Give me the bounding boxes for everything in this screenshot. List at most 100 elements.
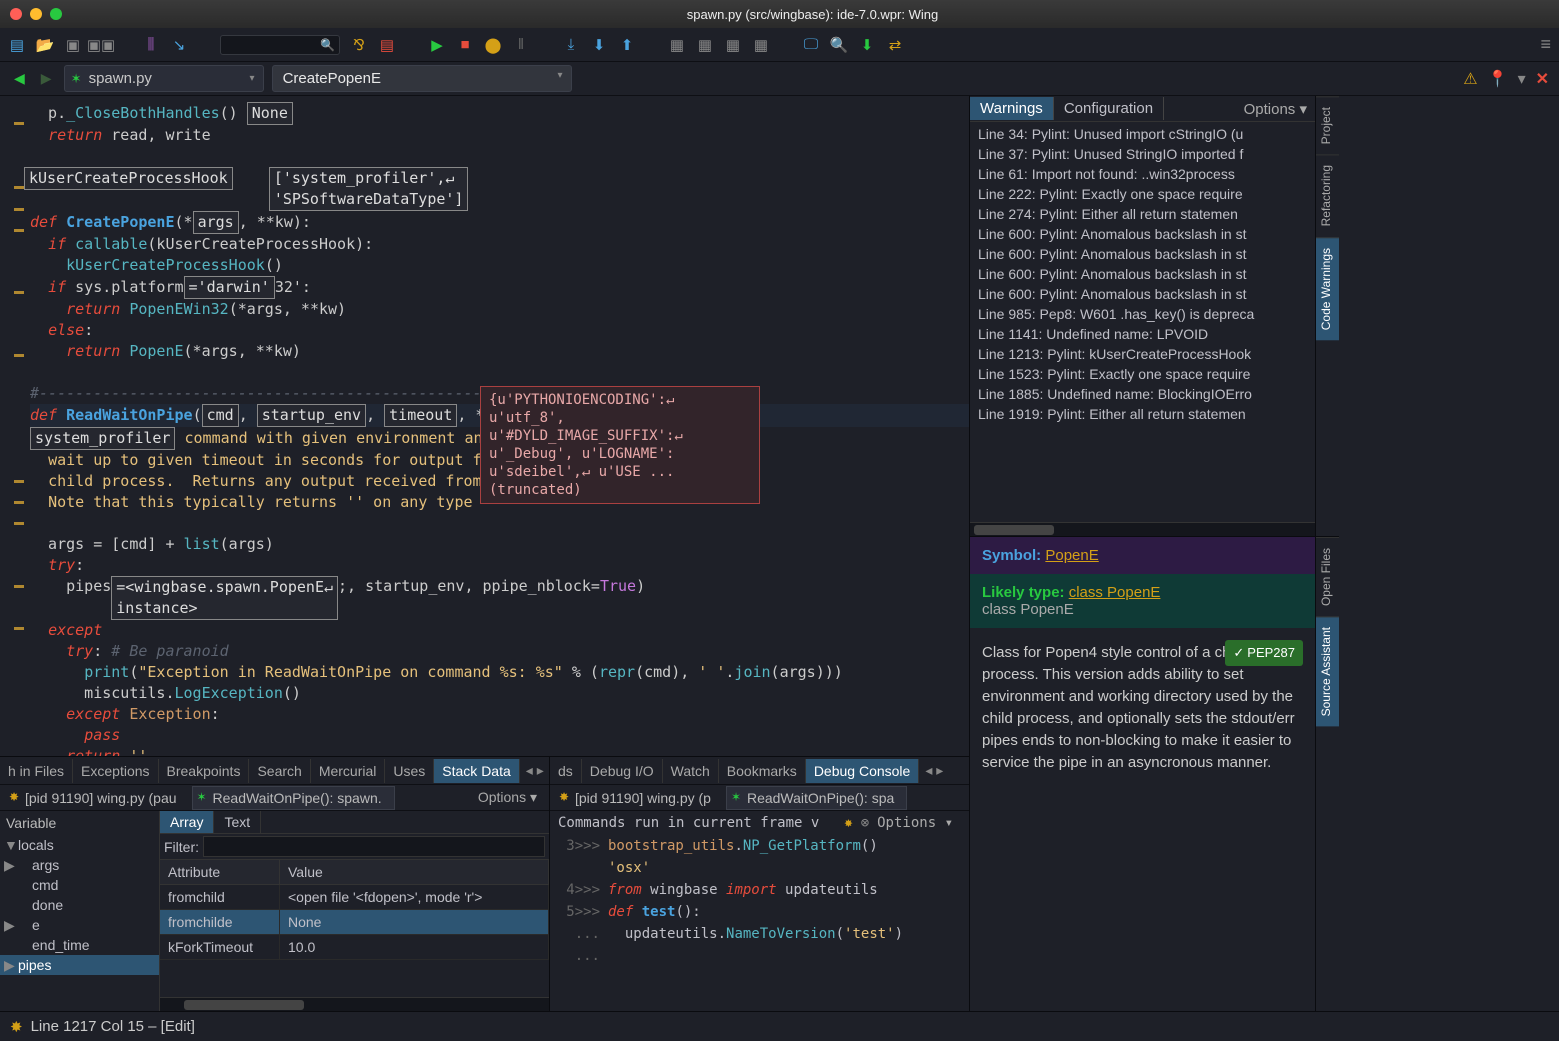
search-input[interactable]: 🔍	[220, 35, 340, 55]
warning-item[interactable]: Line 600: Pylint: Anomalous backslash in…	[970, 224, 1315, 244]
h-scrollbar[interactable]	[970, 522, 1315, 536]
menu-icon[interactable]: ≡	[1540, 34, 1551, 55]
panel-nav-icon[interactable]: ◂ ▸	[919, 762, 949, 779]
dropdown-icon[interactable]: ▾	[250, 73, 255, 84]
vtab-refactoring[interactable]: Refactoring	[1316, 154, 1339, 236]
grid2-icon[interactable]: ▦	[696, 36, 714, 54]
warning-item[interactable]: Line 1213: Pylint: kUserCreateProcessHoo…	[970, 344, 1315, 364]
step-out-icon[interactable]: ⬆	[618, 36, 636, 54]
save-icon[interactable]: ▣	[64, 36, 82, 54]
open-file-icon[interactable]: 📂	[36, 36, 54, 54]
chevron-down-icon[interactable]: ▾	[1518, 69, 1526, 89]
modified-star-icon: ✶	[71, 71, 82, 87]
col-attribute[interactable]: Attribute	[160, 860, 280, 884]
debug-console-body[interactable]: Commands run in current frame v ✸ ⊗ Opti…	[550, 811, 969, 1011]
file-tab[interactable]: ✶ spawn.py ▾	[64, 65, 264, 92]
type-link[interactable]: class PopenE	[1069, 584, 1161, 601]
dropdown-icon[interactable]: ▾	[558, 70, 563, 81]
clear-icon[interactable]: ⊗	[861, 815, 869, 831]
panel-tab-debug-console[interactable]: Debug Console	[806, 759, 920, 783]
attr-row: kForkTimeout10.0	[160, 935, 549, 960]
monitor-icon[interactable]: 🖵	[802, 36, 820, 54]
panel-tab[interactable]: Mercurial	[311, 759, 386, 783]
maximize-window-icon[interactable]	[50, 8, 62, 20]
tab-configuration[interactable]: Configuration	[1054, 97, 1164, 120]
warnings-list[interactable]: Line 34: Pylint: Unused import cStringIO…	[970, 122, 1315, 522]
dc-subtab[interactable]: ✶ReadWaitOnPipe(): spa	[726, 786, 907, 810]
search2-icon[interactable]: 🔍	[830, 36, 848, 54]
vtab-project[interactable]: Project	[1316, 96, 1339, 154]
vtab-open-files[interactable]: Open Files	[1316, 537, 1339, 616]
filter-input[interactable]	[203, 836, 545, 857]
warning-item[interactable]: Line 1141: Undefined name: LPVOID	[970, 324, 1315, 344]
grid3-icon[interactable]: ▦	[724, 36, 742, 54]
new-file-icon[interactable]: ▤	[8, 36, 26, 54]
run-icon[interactable]: ▶	[428, 36, 446, 54]
nav-back-icon[interactable]: ◀	[10, 70, 29, 87]
options-dropdown[interactable]: Options ▾	[478, 789, 545, 806]
find-replace-icon[interactable]: ⅋	[350, 36, 368, 54]
warning-item[interactable]: Line 1885: Undefined name: BlockingIOErr…	[970, 384, 1315, 404]
attr-tab-text[interactable]: Text	[214, 811, 261, 833]
warning-item[interactable]: Line 600: Pylint: Anomalous backslash in…	[970, 244, 1315, 264]
warning-triangle-icon[interactable]: ⚠	[1463, 69, 1477, 89]
bug-status-icon[interactable]: ✸	[10, 1018, 23, 1036]
goto-icon[interactable]: ↘	[170, 36, 188, 54]
panel-tab-stack-data[interactable]: Stack Data	[434, 759, 519, 783]
stack-subtab[interactable]: ✸[pid 91190] wing.py (pau	[4, 786, 190, 810]
step-over-icon[interactable]: ⤓	[562, 36, 580, 54]
grid1-icon[interactable]: ▦	[668, 36, 686, 54]
panel-tab[interactable]: Breakpoints	[159, 759, 250, 783]
panel-nav-icon[interactable]: ◂ ▸	[520, 762, 549, 779]
pause-icon[interactable]: ‖	[512, 36, 530, 54]
step-into-icon[interactable]: ⬇	[590, 36, 608, 54]
tab-warnings[interactable]: Warnings	[970, 97, 1054, 120]
attr-tab-array[interactable]: Array	[160, 811, 214, 833]
panel-tab[interactable]: ds	[550, 759, 582, 783]
grid4-icon[interactable]: ▦	[752, 36, 770, 54]
dc-subtab[interactable]: ✸[pid 91190] wing.py (p	[554, 786, 724, 810]
nav-forward-icon[interactable]: ▶	[37, 70, 56, 87]
panel-tab[interactable]: Exceptions	[73, 759, 158, 783]
variable-tree[interactable]: ▼locals ▶args cmd done ▶e end_time ▶pipe…	[0, 835, 159, 1011]
panel-tab[interactable]: Debug I/O	[582, 759, 663, 783]
minimize-window-icon[interactable]	[30, 8, 42, 20]
panel-tab[interactable]: Bookmarks	[719, 759, 806, 783]
warning-item[interactable]: Line 600: Pylint: Anomalous backslash in…	[970, 284, 1315, 304]
col-value[interactable]: Value	[280, 860, 549, 884]
stack-subtab[interactable]: ✶ReadWaitOnPipe(): spawn.	[192, 786, 395, 810]
warning-item[interactable]: Line 274: Pylint: Either all return stat…	[970, 204, 1315, 224]
warning-item[interactable]: Line 34: Pylint: Unused import cStringIO…	[970, 124, 1315, 144]
code-editor[interactable]: p._CloseBothHandles() None return read, …	[0, 96, 969, 756]
download-icon[interactable]: ⬇	[858, 36, 876, 54]
warning-item[interactable]: Line 1523: Pylint: Exactly one space req…	[970, 364, 1315, 384]
h-scrollbar[interactable]	[160, 997, 549, 1011]
bug-icon[interactable]: ✸	[844, 815, 852, 831]
attr-table[interactable]: Attribute Value fromchild<open file '<fd…	[160, 860, 549, 997]
warning-item[interactable]: Line 222: Pylint: Exactly one space requ…	[970, 184, 1315, 204]
vtab-code-warnings[interactable]: Code Warnings	[1316, 237, 1339, 340]
warning-item[interactable]: Line 600: Pylint: Anomalous backslash in…	[970, 264, 1315, 284]
warning-item[interactable]: Line 1919: Pylint: Either all return sta…	[970, 404, 1315, 424]
panel-tab[interactable]: Uses	[385, 759, 434, 783]
close-tab-icon[interactable]: ✕	[1536, 69, 1549, 89]
warning-item[interactable]: Line 37: Pylint: Unused StringIO importe…	[970, 144, 1315, 164]
panel-tab[interactable]: h in Files	[0, 759, 73, 783]
stop-icon[interactable]: ■	[456, 36, 474, 54]
panel-tab[interactable]: Watch	[663, 759, 719, 783]
function-selector[interactable]: CreatePopenE ▾	[272, 65, 572, 92]
save-all-icon[interactable]: ▣▣	[92, 36, 110, 54]
pin-icon[interactable]: 📍	[1488, 69, 1508, 89]
warning-item[interactable]: Line 985: Pep8: W601 .has_key() is depre…	[970, 304, 1315, 324]
panel-tab[interactable]: Search	[249, 759, 310, 783]
options-dropdown[interactable]: Options ▾	[1244, 100, 1315, 118]
find-file-icon[interactable]: ▤	[378, 36, 396, 54]
vtab-source-assistant[interactable]: Source Assistant	[1316, 616, 1339, 726]
warning-item[interactable]: Line 61: Import not found: ..win32proces…	[970, 164, 1315, 184]
indent-icon[interactable]: ⫼	[142, 36, 160, 54]
debug-icon[interactable]: ⬤	[484, 36, 502, 54]
refresh-icon[interactable]: ⇄	[886, 36, 904, 54]
close-window-icon[interactable]	[10, 8, 22, 20]
options-dropdown[interactable]: Options ▾	[877, 815, 961, 831]
symbol-link[interactable]: PopenE	[1045, 547, 1098, 564]
